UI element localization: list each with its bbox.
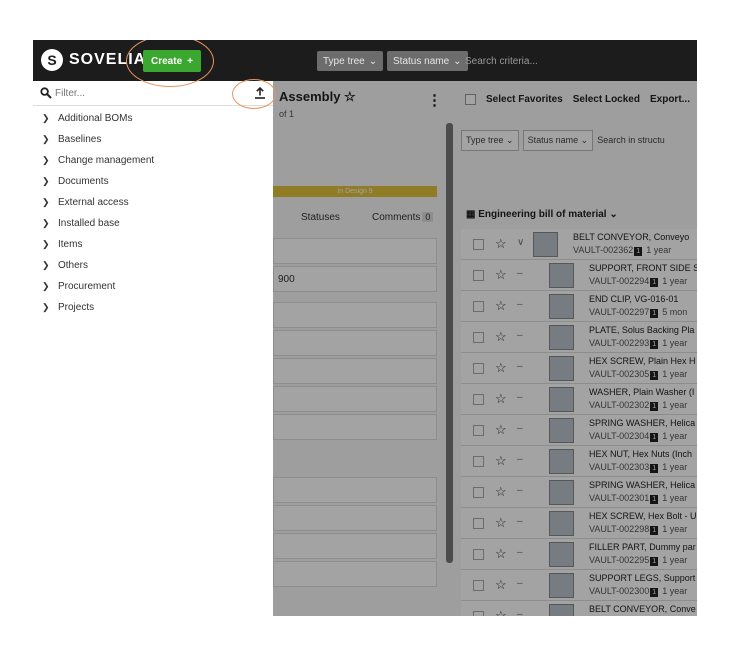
nav-item-label: Projects <box>58 302 95 313</box>
nav-item[interactable]: ❯ Change management <box>33 150 273 171</box>
nav-item[interactable]: ❯ Procurement <box>33 276 273 297</box>
upload-highlight-circle <box>232 79 276 109</box>
nav-item-label: Additional BOMs <box>58 113 133 124</box>
nav-item-label: Documents <box>58 176 109 187</box>
nav-item-label: Items <box>58 239 83 250</box>
chevron-right-icon[interactable]: ❯ <box>42 197 58 208</box>
chevron-right-icon[interactable]: ❯ <box>42 281 58 292</box>
chevron-right-icon[interactable]: ❯ <box>42 302 58 313</box>
search-icon <box>40 87 52 99</box>
nav-list: ❯ Additional BOMs ❯ Baselines ❯ Change manage… <box>33 108 273 318</box>
nav-item-label: Procurement <box>58 281 116 292</box>
chevron-down-icon: ⌄ <box>453 55 462 67</box>
nav-item-label: External access <box>58 197 129 208</box>
nav-item[interactable]: ❯ Baselines <box>33 129 273 150</box>
top-search-input[interactable]: Search criteria... <box>465 51 538 71</box>
nav-item[interactable]: ❯ Documents <box>33 171 273 192</box>
chevron-right-icon[interactable]: ❯ <box>42 134 58 145</box>
nav-item[interactable]: ❯ Additional BOMs <box>33 108 273 129</box>
main-content: Assembly ☆ of 1 ⋮ In Design 9 Statuses C… <box>33 81 697 616</box>
chevron-right-icon[interactable]: ❯ <box>42 113 58 124</box>
nav-item-label: Installed base <box>58 218 120 229</box>
nav-item-label: Change management <box>58 155 155 166</box>
nav-item-label: Others <box>58 260 89 271</box>
type-tree-dropdown[interactable]: Type tree ⌄ <box>317 51 384 71</box>
nav-item-label: Baselines <box>58 134 102 145</box>
logo-mark: S <box>41 49 63 71</box>
nav-item[interactable]: ❯ Others <box>33 255 273 276</box>
status-name-dropdown[interactable]: Status name ⌄ <box>387 51 468 71</box>
chevron-right-icon[interactable]: ❯ <box>42 239 58 250</box>
sovelia-app: S SOVELIA Create + Type tree ⌄ Status na… <box>33 40 697 616</box>
status-name-label: Status name <box>393 55 450 67</box>
chevron-right-icon[interactable]: ❯ <box>42 155 58 166</box>
navigation-panel: ❯Additional BOMs❯Baselines❯Change manage… <box>33 81 273 616</box>
chevron-right-icon[interactable]: ❯ <box>42 218 58 229</box>
type-tree-label: Type tree <box>323 55 365 67</box>
nav-item[interactable]: ❯ Items <box>33 234 273 255</box>
chevron-right-icon[interactable]: ❯ <box>42 260 58 271</box>
nav-item[interactable]: ❯ Projects <box>33 297 273 318</box>
filter-input[interactable] <box>55 85 225 101</box>
chevron-down-icon: ⌄ <box>368 55 378 67</box>
nav-item[interactable]: ❯ Installed base <box>33 213 273 234</box>
nav-item[interactable]: ❯ External access <box>33 192 273 213</box>
chevron-right-icon[interactable]: ❯ <box>42 176 58 187</box>
